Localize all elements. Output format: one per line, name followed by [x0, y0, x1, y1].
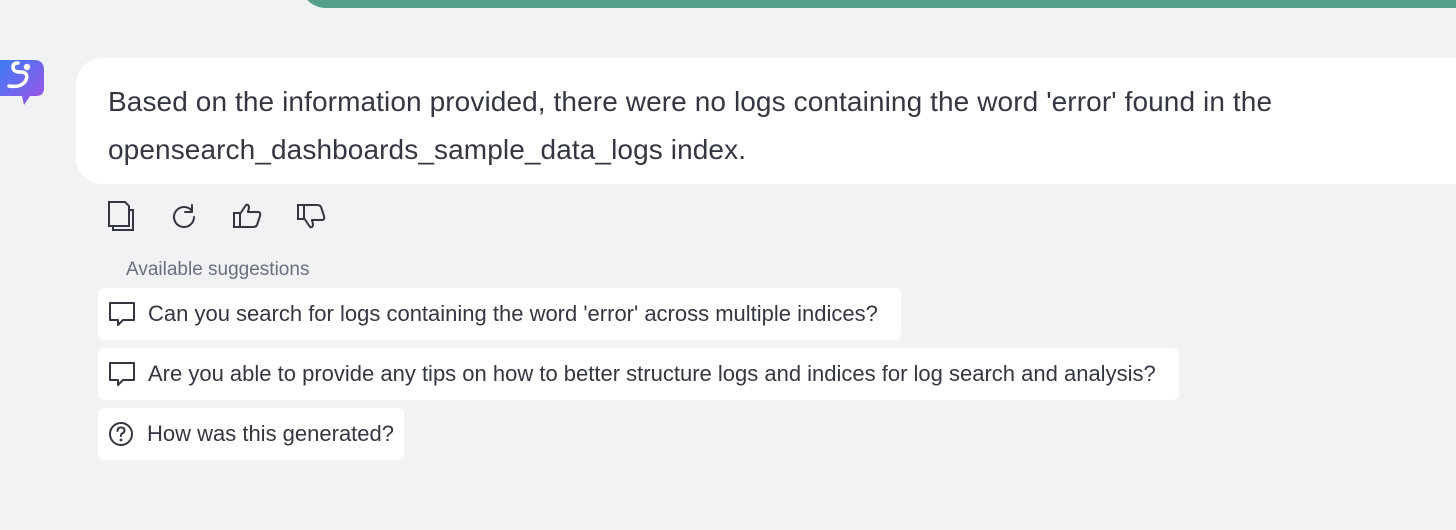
chat-bubble-icon: [108, 360, 136, 388]
thumbs-up-icon: [232, 201, 264, 231]
thumbs-down-button[interactable]: [294, 198, 330, 234]
suggestion-label: Are you able to provide any tips on how …: [148, 361, 1156, 386]
assistant-avatar-icon: [0, 58, 44, 106]
suggestion-label: Can you search for logs containing the w…: [148, 301, 878, 326]
suggestions-heading: Available suggestions: [126, 259, 310, 280]
assistant-message-line-1: Based on the information provided, there…: [108, 86, 1273, 117]
copy-button[interactable]: [102, 198, 138, 234]
question-circle-icon: [108, 420, 135, 448]
user-message-bubble: [300, 0, 1456, 8]
chat-panel: Based on the information provided, there…: [0, 0, 1456, 530]
how-was-this-generated-button[interactable]: How was this generated?: [98, 408, 404, 460]
assistant-message-bubble: Based on the information provided, there…: [76, 58, 1456, 184]
suggestion-label: How was this generated?: [146, 421, 394, 446]
assistant-message-line-2: opensearch_dashboards_sample_data_logs i…: [108, 134, 747, 165]
copy-icon: [104, 199, 136, 233]
thumbs-up-button[interactable]: [230, 198, 266, 234]
message-actions: [102, 198, 358, 234]
regenerate-icon: [170, 202, 198, 230]
suggestion-search-multiple-indices[interactable]: Can you search for logs containing the w…: [98, 288, 901, 340]
chat-bubble-icon: [108, 300, 136, 328]
thumbs-down-icon: [296, 201, 328, 231]
suggestion-structure-logs-tips[interactable]: Are you able to provide any tips on how …: [98, 348, 1179, 400]
regenerate-button[interactable]: [166, 198, 202, 234]
